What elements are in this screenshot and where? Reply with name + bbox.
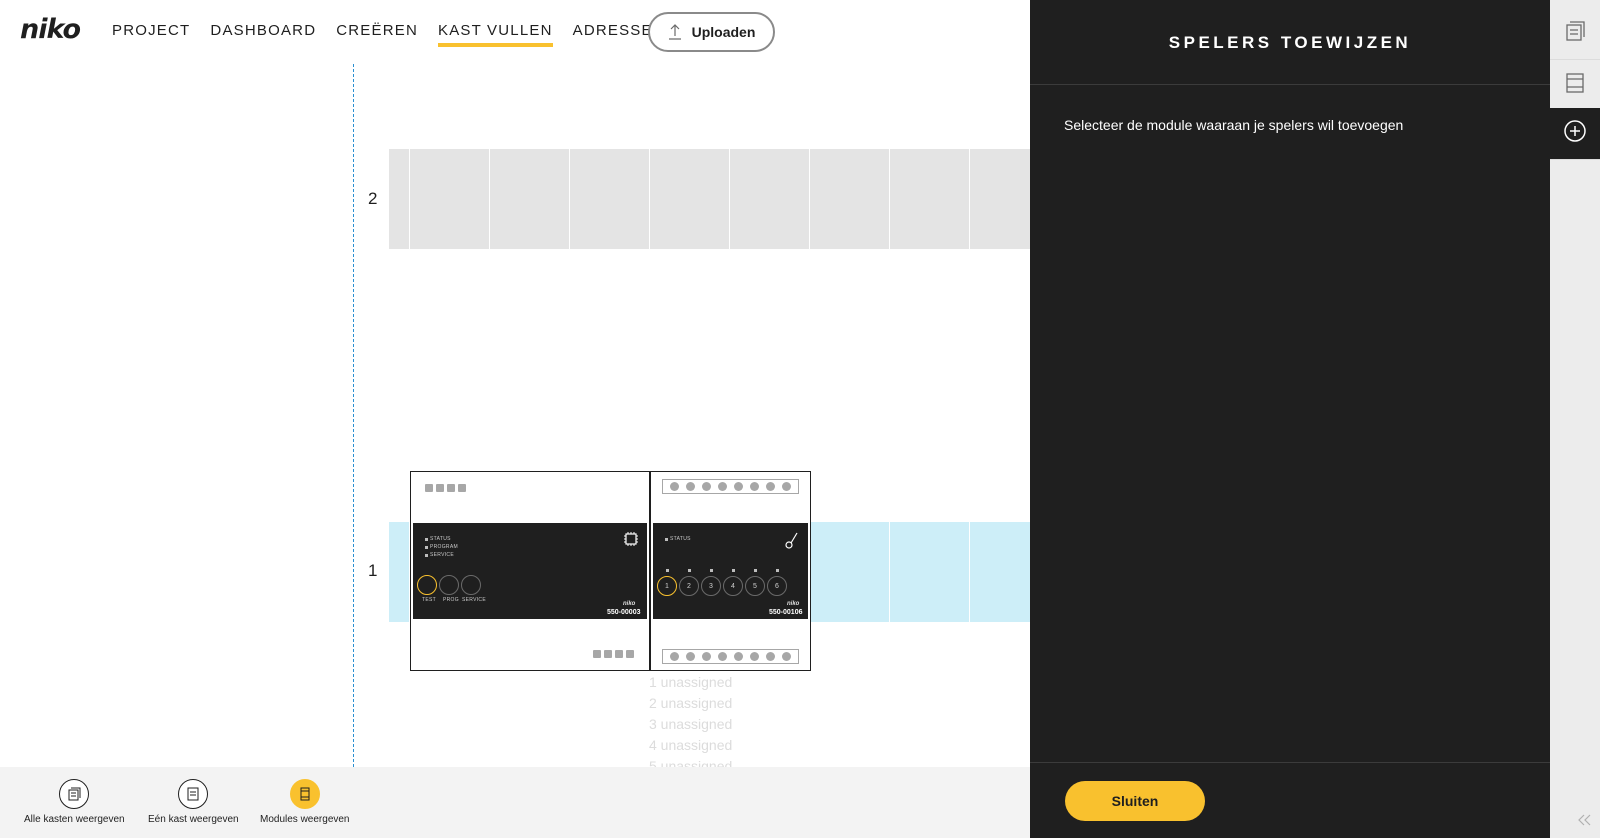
nav-kast-vullen[interactable]: KAST VULLEN [437, 22, 553, 47]
close-button[interactable]: Sluiten [1065, 781, 1205, 821]
panel-instruction: Selecteer de module waaraan je spelers w… [1064, 117, 1404, 133]
cabinet-list-button[interactable] [1550, 8, 1600, 60]
led-label-service: SERVICE [430, 552, 454, 558]
divider [1030, 84, 1550, 85]
led-label-status: STATUS [430, 536, 451, 542]
nav-creeren[interactable]: CREËREN [336, 22, 418, 47]
module-face: STATUS 1 2 3 4 5 6 niko 550-00106 [653, 523, 808, 619]
add-button[interactable] [1550, 108, 1600, 160]
row-label-1: 1 [368, 561, 378, 580]
rail-slot[interactable] [890, 522, 970, 622]
cabinet-canvas[interactable]: 2 1 STATUS PROGRAM SERVICE TEST PROG SER… [0, 64, 1030, 767]
unassigned-item[interactable]: 5 unassigned [649, 756, 732, 767]
module-brand: niko [623, 601, 636, 607]
nav-dashboard[interactable]: DASHBOARD [210, 22, 316, 47]
view-toolbar: Alle kasten weergeven Eén kast weergeven… [0, 767, 1030, 838]
upload-icon [668, 24, 682, 40]
terminal-block-top [425, 484, 466, 492]
collapse-icon[interactable] [1578, 814, 1592, 829]
channel-button-3[interactable]: 3 [701, 576, 721, 596]
one-cabinet-label: Eén kast weergeven [148, 814, 239, 825]
channel-button-5[interactable]: 5 [745, 576, 765, 596]
cabinet-icon [1564, 72, 1586, 99]
all-cabinets-icon [59, 779, 90, 809]
channel-button-2[interactable]: 2 [679, 576, 699, 596]
test-button[interactable] [417, 575, 437, 595]
one-cabinet-button[interactable]: Eén kast weergeven [148, 779, 239, 825]
module-controller[interactable]: STATUS PROGRAM SERVICE TEST PROG SERVICE… [410, 471, 650, 671]
btn-label-service: SERVICE [462, 597, 486, 603]
unassigned-item[interactable]: 4 unassigned [649, 735, 732, 756]
app: niko PROJECT DASHBOARD CREËREN KAST VULL… [0, 0, 1600, 838]
all-cabinets-button[interactable]: Alle kasten weergeven [24, 779, 125, 825]
cabinet-boundary-line [353, 64, 354, 767]
rail-slot[interactable] [389, 522, 410, 622]
rail-slot[interactable] [810, 149, 890, 249]
cabinet-button[interactable] [1550, 60, 1600, 112]
rail-slot[interactable] [389, 149, 410, 249]
nav-project[interactable]: PROJECT [112, 22, 190, 47]
chip-icon [623, 531, 639, 552]
rail-slot[interactable] [570, 149, 650, 249]
led-label-program: PROGRAM [430, 544, 458, 550]
upload-label: Uploaden [691, 24, 756, 40]
din-rail-2[interactable] [389, 149, 1030, 249]
assign-players-panel: SPELERS TOEWIJZEN Selecteer de module wa… [1030, 0, 1550, 838]
upload-button[interactable]: Uploaden [648, 12, 775, 52]
terminal-strip-bottom [662, 649, 799, 664]
channel-button-1[interactable]: 1 [657, 576, 677, 596]
divider [1030, 762, 1550, 763]
rail-slot[interactable] [890, 149, 970, 249]
btn-label-test: TEST [422, 597, 436, 603]
terminal-strip-top [662, 479, 799, 494]
channel-button-6[interactable]: 6 [767, 576, 787, 596]
rail-slot[interactable] [730, 149, 810, 249]
cabinet-list-icon [1564, 20, 1586, 47]
prog-button[interactable] [439, 575, 459, 595]
rail-slot[interactable] [810, 522, 890, 622]
unassigned-item[interactable]: 2 unassigned [649, 693, 732, 714]
modules-view-label: Modules weergeven [260, 814, 350, 825]
service-button[interactable] [461, 575, 481, 595]
all-cabinets-label: Alle kasten weergeven [24, 814, 125, 825]
channel-button-4[interactable]: 4 [723, 576, 743, 596]
module-code: 550-00106 [769, 609, 803, 616]
switch-icon [785, 531, 799, 554]
rail-slot[interactable] [650, 149, 730, 249]
module-switch-actuator[interactable]: STATUS 1 2 3 4 5 6 niko 550-00106 [650, 471, 811, 671]
panel-title: SPELERS TOEWIJZEN [1168, 33, 1412, 52]
modules-view-button[interactable]: Modules weergeven [260, 779, 350, 825]
module-face: STATUS PROGRAM SERVICE TEST PROG SERVICE… [413, 523, 647, 619]
unassigned-item[interactable]: 3 unassigned [649, 714, 732, 735]
niko-logo[interactable]: niko [20, 14, 81, 45]
one-cabinet-icon [178, 779, 209, 809]
main-nav: PROJECT DASHBOARD CREËREN KAST VULLEN AD… [112, 22, 708, 47]
row-label-2: 2 [368, 189, 378, 208]
module-brand: niko [787, 601, 800, 607]
side-rail [1550, 0, 1600, 838]
led-label-status: STATUS [670, 536, 691, 542]
unassigned-item[interactable]: 1 unassigned [649, 672, 732, 693]
module-code: 550-00003 [607, 609, 641, 616]
rail-slot[interactable] [410, 149, 490, 249]
modules-icon [289, 779, 320, 809]
unassigned-list: 1 unassigned 2 unassigned 3 unassigned 4… [649, 672, 732, 767]
btn-label-prog: PROG [443, 597, 459, 603]
add-icon [1563, 119, 1587, 148]
rail-slot[interactable] [490, 149, 570, 249]
terminal-block-bottom [593, 650, 634, 658]
